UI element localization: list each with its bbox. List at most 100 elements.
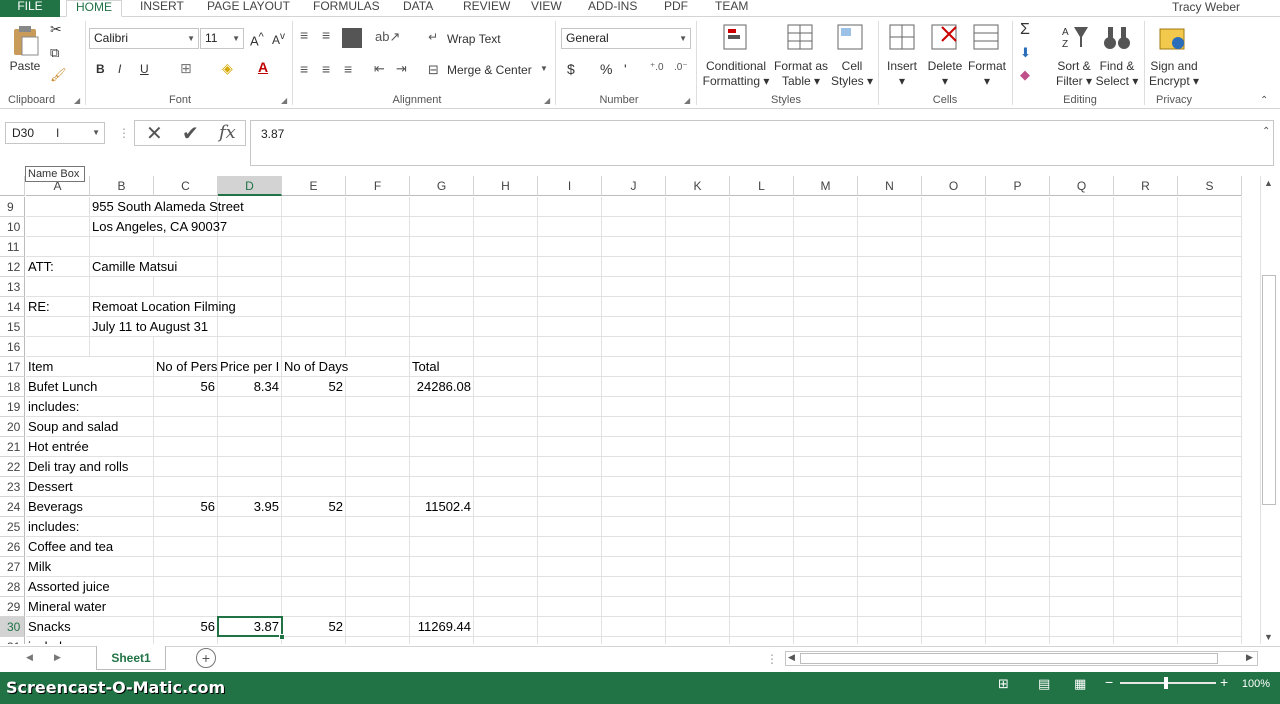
cell-o19[interactable] (922, 397, 986, 417)
cell-n19[interactable] (858, 397, 922, 417)
cell-q11[interactable] (1050, 237, 1114, 257)
cell-i15[interactable] (538, 317, 602, 337)
cell-o25[interactable] (922, 517, 986, 537)
cell-o9[interactable] (922, 197, 986, 217)
cell-f9[interactable] (346, 197, 410, 217)
cell-a9[interactable] (26, 197, 90, 217)
cell-l11[interactable] (730, 237, 794, 257)
column-header-i[interactable]: I (538, 176, 602, 196)
format-button[interactable]: Format ▾ (966, 59, 1008, 89)
row-header-21[interactable]: 21 (0, 437, 25, 457)
cell-l27[interactable] (730, 557, 794, 577)
insert-button[interactable]: Insert ▾ (882, 59, 922, 89)
cell-a29[interactable]: Mineral water (26, 597, 218, 617)
cell-g10[interactable] (410, 217, 474, 237)
cell-e15[interactable] (282, 317, 346, 337)
row-header-15[interactable]: 15 (0, 317, 25, 337)
cell-m23[interactable] (794, 477, 858, 497)
cell-s14[interactable] (1178, 297, 1242, 317)
cell-f11[interactable] (346, 237, 410, 257)
cell-h16[interactable] (474, 337, 538, 357)
column-header-r[interactable]: R (1114, 176, 1178, 196)
cell-m31[interactable] (794, 637, 858, 644)
cell-j15[interactable] (602, 317, 666, 337)
cell-a22[interactable]: Deli tray and rolls (26, 457, 218, 477)
cell-p9[interactable] (986, 197, 1050, 217)
cell-o18[interactable] (922, 377, 986, 397)
cell-g21[interactable] (410, 437, 474, 457)
cell-n23[interactable] (858, 477, 922, 497)
cell-n27[interactable] (858, 557, 922, 577)
cell-m10[interactable] (794, 217, 858, 237)
tab-view[interactable]: VIEW (529, 0, 564, 17)
cell-i25[interactable] (538, 517, 602, 537)
cell-r18[interactable] (1114, 377, 1178, 397)
zoom-level[interactable]: 100% (1242, 678, 1270, 690)
cell-l28[interactable] (730, 577, 794, 597)
cell-r15[interactable] (1114, 317, 1178, 337)
column-header-n[interactable]: N (858, 176, 922, 196)
cell-q25[interactable] (1050, 517, 1114, 537)
cell-l23[interactable] (730, 477, 794, 497)
cell-h31[interactable] (474, 637, 538, 644)
cell-b14[interactable]: Remoat Location Filming (90, 297, 282, 317)
cell-q19[interactable] (1050, 397, 1114, 417)
cell-m9[interactable] (794, 197, 858, 217)
cell-b11[interactable] (90, 237, 154, 257)
cell-q24[interactable] (1050, 497, 1114, 517)
increase-decimal-icon[interactable]: ⁺.0 (650, 62, 664, 73)
cell-f29[interactable] (346, 597, 410, 617)
cell-r13[interactable] (1114, 277, 1178, 297)
cell-l20[interactable] (730, 417, 794, 437)
column-header-g[interactable]: G (410, 176, 474, 196)
cell-k23[interactable] (666, 477, 730, 497)
row-header-16[interactable]: 16 (0, 337, 25, 357)
cell-e12[interactable] (282, 257, 346, 277)
cell-e16[interactable] (282, 337, 346, 357)
cell-i28[interactable] (538, 577, 602, 597)
scroll-up-icon[interactable]: ▲ (1264, 178, 1273, 188)
cell-n29[interactable] (858, 597, 922, 617)
cell-q23[interactable] (1050, 477, 1114, 497)
cell-l21[interactable] (730, 437, 794, 457)
cell-q18[interactable] (1050, 377, 1114, 397)
cell-l16[interactable] (730, 337, 794, 357)
cell-a31[interactable]: includes: (26, 637, 218, 644)
cell-p12[interactable] (986, 257, 1050, 277)
cell-p28[interactable] (986, 577, 1050, 597)
cell-r30[interactable] (1114, 617, 1178, 637)
font-color-icon[interactable]: A (258, 59, 268, 75)
cell-i21[interactable] (538, 437, 602, 457)
cell-l22[interactable] (730, 457, 794, 477)
cell-d11[interactable] (218, 237, 282, 257)
cell-q12[interactable] (1050, 257, 1114, 277)
cell-b12[interactable]: Camille Matsui (90, 257, 282, 277)
cell-k13[interactable] (666, 277, 730, 297)
cell-a25[interactable]: includes: (26, 517, 218, 537)
cell-h9[interactable] (474, 197, 538, 217)
cell-j20[interactable] (602, 417, 666, 437)
format-painter-icon[interactable]: 🖌 (50, 67, 67, 83)
cell-i12[interactable] (538, 257, 602, 277)
cell-j28[interactable] (602, 577, 666, 597)
cell-m19[interactable] (794, 397, 858, 417)
chevron-down-icon[interactable]: ▼ (92, 123, 100, 143)
shrink-font-icon[interactable]: Av (272, 31, 285, 47)
row-header-23[interactable]: 23 (0, 477, 25, 497)
cell-h20[interactable] (474, 417, 538, 437)
cell-c11[interactable] (154, 237, 218, 257)
cell-n12[interactable] (858, 257, 922, 277)
zoom-slider-thumb[interactable] (1164, 677, 1168, 689)
cell-q10[interactable] (1050, 217, 1114, 237)
cell-i18[interactable] (538, 377, 602, 397)
cell-a16[interactable] (26, 337, 90, 357)
cell-g26[interactable] (410, 537, 474, 557)
cell-a15[interactable] (26, 317, 90, 337)
cell-h30[interactable] (474, 617, 538, 637)
cell-e13[interactable] (282, 277, 346, 297)
cell-l13[interactable] (730, 277, 794, 297)
cell-d22[interactable] (218, 457, 282, 477)
enter-icon[interactable]: ✔ (182, 121, 199, 146)
cell-s12[interactable] (1178, 257, 1242, 277)
cell-h13[interactable] (474, 277, 538, 297)
